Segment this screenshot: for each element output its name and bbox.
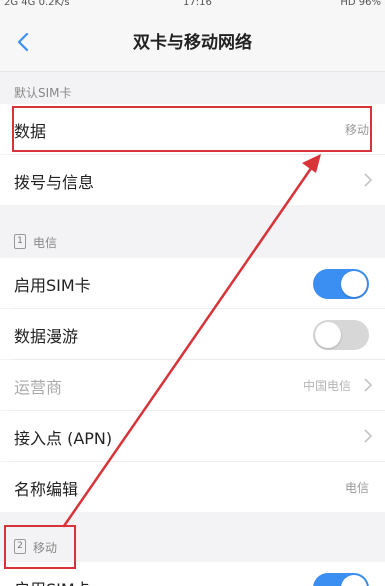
call-sms-row[interactable]: 拨号与信息 (0, 155, 385, 205)
sim1-carrier-name: 电信 (33, 236, 58, 250)
default-sim-section-header: 默认SIM卡 (14, 86, 72, 100)
chevron-right-icon (364, 378, 373, 392)
sim1-name-edit-row[interactable]: 名称编辑 电信 (0, 462, 385, 512)
sim1-enable-toggle[interactable] (313, 269, 369, 299)
sim2-enable-toggle[interactable] (313, 573, 369, 586)
sim2-section-header: 2 移动 (0, 526, 385, 562)
sim2-badge-icon: 2 (14, 539, 26, 554)
sim2-carrier-name: 移动 (33, 541, 58, 555)
sim1-enable-label: 启用SIM卡 (14, 276, 91, 295)
sim1-roaming-toggle[interactable] (313, 320, 369, 350)
data-sim-value: 移动 (344, 123, 369, 137)
sim2-enable-label: 启用SIM卡 (14, 576, 91, 586)
page-title: 双卡与移动网络 (133, 33, 252, 53)
call-sms-label: 拨号与信息 (14, 173, 95, 192)
sim1-operator-row[interactable]: 运营商 中国电信 (0, 360, 385, 410)
sim1-roaming-row: 数据漫游 (0, 309, 385, 359)
toggle-knob (341, 575, 367, 586)
toggle-knob (315, 322, 341, 348)
sim1-operator-value: 中国电信 (302, 379, 351, 393)
sim1-apn-row[interactable]: 接入点 (APN) (0, 411, 385, 461)
sim1-enable-row: 启用SIM卡 (0, 258, 385, 308)
sim2-enable-row: 启用SIM卡 (0, 562, 385, 586)
sim1-operator-label: 运营商 (14, 378, 63, 397)
sim1-roaming-label: 数据漫游 (14, 327, 79, 346)
sim1-badge-icon: 1 (14, 234, 26, 249)
sim1-section-header: 1 电信 (0, 222, 385, 258)
title-bar: 双卡与移动网络 (0, 12, 385, 72)
toggle-knob (341, 271, 367, 297)
chevron-right-icon (364, 173, 373, 187)
sim1-name-edit-value: 电信 (344, 481, 369, 495)
chevron-right-icon (364, 429, 373, 443)
network-status: 2G 4G 0.2K/s (4, 0, 70, 8)
data-sim-label: 数据 (14, 122, 47, 141)
sim1-apn-label: 接入点 (APN) (14, 429, 113, 448)
status-bar: 2G 4G 0.2K/s 17:16 HD 96% (0, 0, 385, 12)
battery-status: HD 96% (340, 0, 381, 8)
clock: 17:16 (183, 0, 212, 8)
data-sim-row[interactable]: 数据 移动 (0, 104, 385, 154)
sim1-name-edit-label: 名称编辑 (14, 480, 79, 499)
